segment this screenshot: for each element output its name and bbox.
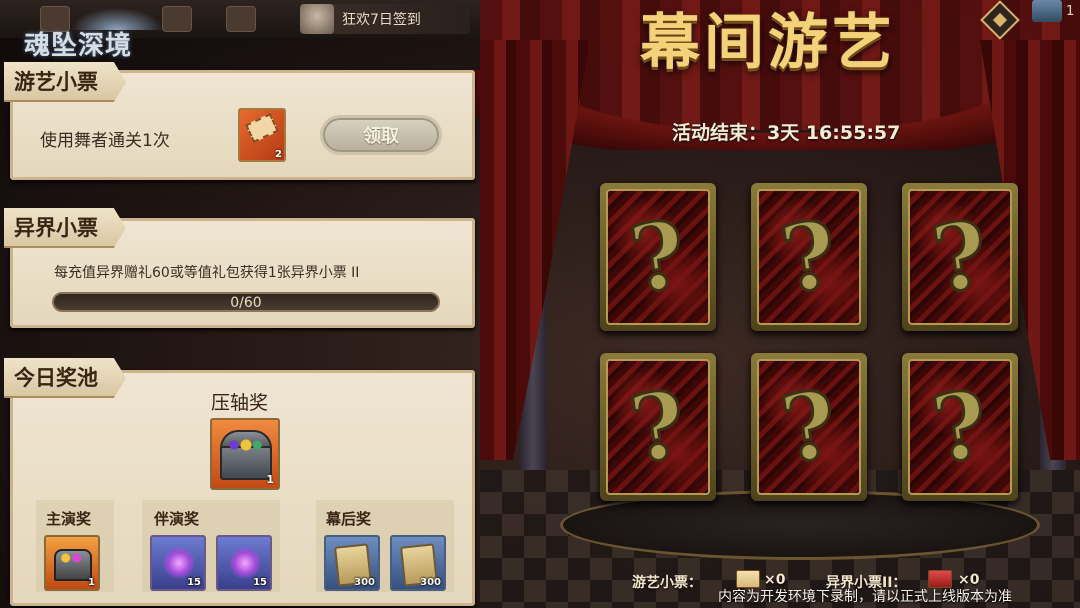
mystery-card[interactable]: ? (902, 353, 1018, 501)
claim-button[interactable]: 领取 (320, 115, 442, 155)
grand-prize-item[interactable]: 1 (210, 418, 280, 490)
ticket-icon (245, 113, 279, 143)
ticket-reward[interactable]: 2 (238, 108, 286, 162)
question-mark-icon: ? (622, 198, 693, 315)
event-timer: 活动结束：3天 16:55:57 (672, 122, 901, 144)
card-back: ? (757, 359, 861, 495)
mystery-card[interactable]: ? (751, 183, 867, 331)
reward-item[interactable]: 1 (44, 535, 100, 591)
card-back: ? (908, 189, 1012, 325)
tier-label-lead: 主演奖 (46, 510, 92, 528)
ticket-balance-label: 游艺小票： (632, 575, 702, 591)
signin-banner[interactable]: 狂欢7日签到 (300, 4, 470, 34)
reward-count: 300 (420, 577, 441, 588)
logo-crest-icon (62, 4, 172, 30)
card-back: ? (606, 189, 710, 325)
section-tag-ticket: 游艺小票 (4, 62, 126, 102)
mystery-card[interactable]: ? (600, 183, 716, 331)
character-avatar (300, 4, 334, 34)
question-mark-icon: ? (924, 368, 995, 485)
section-tag-pool: 今日奖池 (4, 358, 126, 398)
reward-count: 15 (187, 577, 201, 588)
reward-count: 1 (88, 577, 95, 588)
currency-icon[interactable] (1032, 0, 1062, 22)
dev-watermark: 内容为开发环境下录制，请以正式上线版本为准 (718, 589, 1012, 605)
logo-text: 魂坠深境 (24, 31, 133, 61)
card-back: ? (757, 189, 861, 325)
mystery-card[interactable]: ? (902, 183, 1018, 331)
ticket-task-text: 使用舞者通关1次 (40, 131, 170, 151)
tier-label-support: 伴演奖 (154, 510, 200, 528)
reward-count: 15 (253, 577, 267, 588)
treasure-chest-icon (54, 549, 92, 581)
reward-item[interactable]: 15 (216, 535, 272, 591)
question-mark-icon: ? (773, 368, 844, 485)
grand-prize-count: 1 (266, 473, 274, 486)
bag-icon[interactable] (226, 6, 256, 32)
card-back: ? (606, 359, 710, 495)
reward-item[interactable]: 15 (150, 535, 206, 591)
question-mark-icon: ? (924, 198, 995, 315)
signin-label: 狂欢7日签到 (342, 12, 421, 28)
tier-label-backstage: 幕后奖 (326, 510, 372, 528)
section-tag-otherworld: 异界小票 (4, 208, 126, 248)
game-logo: 魂坠深境 (14, 4, 194, 68)
gems-icon (226, 438, 266, 452)
mystery-card[interactable]: ? (751, 353, 867, 501)
currency-count: 1 (1066, 4, 1075, 19)
grand-prize-title: 压轴奖 (211, 392, 269, 414)
event-title: 幕间游艺 (640, 8, 896, 78)
reward-item[interactable]: 300 (390, 535, 446, 591)
recharge-task-text: 每充值异界赠礼60或等值礼包获得1张异界小票 II (54, 265, 360, 281)
game-screen: 幕间游艺 1 活动结束：3天 16:55:57 ? ? ? ? ? ? 狂欢7日… (0, 0, 1080, 608)
question-mark-icon: ? (773, 198, 844, 315)
progress-text: 0/60 (230, 295, 262, 311)
reward-count: 2 (275, 149, 282, 160)
reward-item[interactable]: 300 (324, 535, 380, 591)
mystery-card[interactable]: ? (600, 353, 716, 501)
card-back: ? (908, 359, 1012, 495)
reward-count: 300 (354, 577, 375, 588)
question-mark-icon: ? (622, 368, 693, 485)
